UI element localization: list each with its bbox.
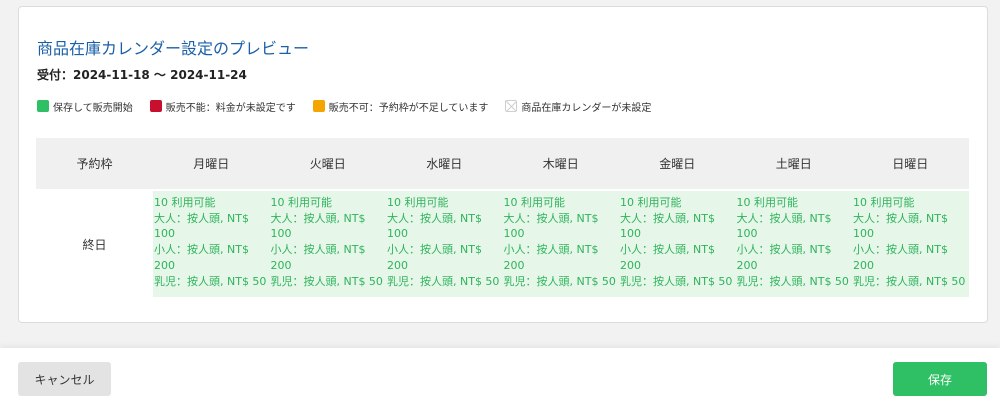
- day-cell-monday[interactable]: 10 利用可能 大人：按人頭, NT$ 100 小人：按人頭, NT$ 200 …: [153, 191, 270, 297]
- adult-price: 大人：按人頭, NT$ 100: [270, 211, 366, 241]
- red-square-icon: [149, 100, 162, 112]
- day-cell-tuesday[interactable]: 10 利用可能 大人：按人頭, NT$ 100 小人：按人頭, NT$ 200 …: [269, 191, 386, 297]
- legend-label: 保存して販売開始: [53, 102, 133, 114]
- adult-price: 大人：按人頭, NT$ 100: [736, 211, 832, 241]
- header-slot: 予約枠: [76, 157, 113, 171]
- day-cell-friday[interactable]: 10 利用可能 大人：按人頭, NT$ 100 小人：按人頭, NT$ 200 …: [619, 191, 736, 297]
- calendar-table: 予約枠 月曜日 火曜日 水曜日 木曜日 金曜日 土曜日 日曜日 終日 10 利用…: [36, 138, 969, 297]
- child-price: 小人：按人頭, NT$ 200: [620, 243, 715, 272]
- child-price: 小人：按人頭, NT$ 200: [387, 243, 482, 272]
- legend-label: 販売不能：料金が未設定です: [165, 102, 296, 114]
- preview-card: 商品在庫カレンダー設定のプレビュー 受付：2024-11-18 〜 2024-1…: [18, 6, 988, 323]
- legend-item-insufficient: 販売不可：予約枠が不足しています: [312, 99, 489, 114]
- legend-item-unset: 商品在庫カレンダーが未設定: [505, 99, 651, 114]
- child-price: 小人：按人頭, NT$ 200: [154, 243, 249, 272]
- availability-text: 10 利用可能: [154, 196, 216, 209]
- save-button[interactable]: 保存: [893, 362, 987, 396]
- table-row: 終日 10 利用可能 大人：按人頭, NT$ 100 小人：按人頭, NT$ 2…: [36, 191, 969, 297]
- availability-text: 10 利用可能: [503, 196, 566, 209]
- infant-price: 乳児：按人頭, NT$ 50: [270, 274, 383, 288]
- day-cell-sunday[interactable]: 10 利用可能 大人：按人頭, NT$ 100 小人：按人頭, NT$ 200 …: [852, 191, 969, 297]
- infant-price: 乳児：按人頭, NT$ 50: [503, 274, 616, 288]
- day-cell-wednesday[interactable]: 10 利用可能 大人：按人頭, NT$ 100 小人：按人頭, NT$ 200 …: [386, 191, 503, 297]
- availability-text: 10 利用可能: [853, 196, 915, 209]
- child-price: 小人：按人頭, NT$ 200: [270, 243, 366, 272]
- cancel-button[interactable]: キャンセル: [18, 362, 111, 396]
- reception-period: 受付：2024-11-18 〜 2024-11-24: [37, 68, 247, 82]
- header-thursday: 木曜日: [542, 157, 579, 171]
- header-wednesday: 水曜日: [426, 157, 463, 171]
- adult-price: 大人：按人頭, NT$ 100: [503, 211, 599, 241]
- infant-price: 乳児：按人頭, NT$ 50: [387, 274, 500, 288]
- legend-item-no-price: 販売不能：料金が未設定です: [149, 99, 296, 114]
- empty-square-icon: [505, 100, 518, 112]
- row-label-all-day: 終日: [36, 191, 153, 297]
- header-sunday: 日曜日: [892, 157, 929, 171]
- legend-label: 販売不可：予約枠が不足しています: [328, 102, 489, 114]
- orange-square-icon: [312, 100, 325, 112]
- green-square-icon: [37, 100, 49, 112]
- adult-price: 大人：按人頭, NT$ 100: [154, 211, 249, 241]
- availability-text: 10 利用可能: [620, 196, 682, 209]
- infant-price: 乳児：按人頭, NT$ 50: [736, 274, 849, 288]
- adult-price: 大人：按人頭, NT$ 100: [620, 211, 715, 241]
- header-friday: 金曜日: [659, 157, 696, 171]
- infant-price: 乳児：按人頭, NT$ 50: [853, 274, 966, 288]
- legend: 保存して販売開始 販売不能：料金が未設定です 販売不可：予約枠が不足しています …: [37, 99, 668, 114]
- child-price: 小人：按人頭, NT$ 200: [736, 243, 832, 272]
- day-cell-thursday[interactable]: 10 利用可能 大人：按人頭, NT$ 100 小人：按人頭, NT$ 200 …: [502, 191, 619, 297]
- adult-price: 大人：按人頭, NT$ 100: [387, 211, 482, 241]
- legend-label: 商品在庫カレンダーが未設定: [521, 102, 652, 114]
- page-title: 商品在庫カレンダー設定のプレビュー: [37, 39, 310, 58]
- adult-price: 大人：按人頭, NT$ 100: [853, 211, 948, 241]
- header-monday: 月曜日: [193, 157, 230, 171]
- child-price: 小人：按人頭, NT$ 200: [853, 243, 948, 272]
- availability-text: 10 利用可能: [736, 196, 799, 209]
- availability-text: 10 利用可能: [387, 196, 449, 209]
- day-cell-saturday[interactable]: 10 利用可能 大人：按人頭, NT$ 100 小人：按人頭, NT$ 200 …: [735, 191, 852, 297]
- table-header-row: 予約枠 月曜日 火曜日 水曜日 木曜日 金曜日 土曜日 日曜日: [36, 138, 969, 189]
- child-price: 小人：按人頭, NT$ 200: [503, 243, 599, 272]
- header-tuesday: 火曜日: [309, 157, 346, 171]
- header-saturday: 土曜日: [775, 157, 812, 171]
- infant-price: 乳児：按人頭, NT$ 50: [620, 274, 733, 288]
- availability-text: 10 利用可能: [270, 196, 333, 209]
- footer-bar: キャンセル 保存: [0, 348, 1000, 407]
- infant-price: 乳児：按人頭, NT$ 50: [154, 274, 267, 288]
- legend-item-on-sale: 保存して販売開始: [37, 99, 133, 114]
